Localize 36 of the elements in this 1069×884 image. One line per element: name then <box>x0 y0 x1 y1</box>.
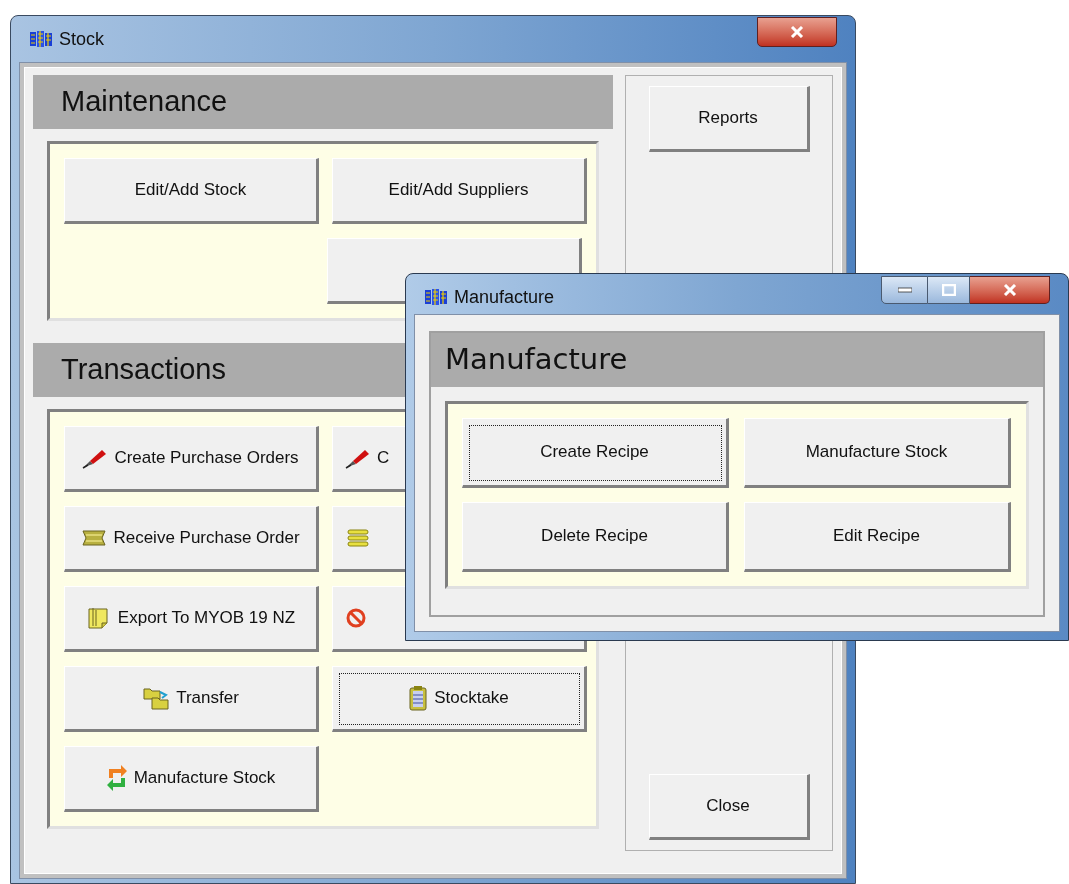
close-icon <box>1002 284 1017 296</box>
stack-icon <box>345 527 371 549</box>
section-header: Maintenance <box>33 75 613 129</box>
prohibited-icon <box>345 607 367 629</box>
menu-button[interactable]: Stocktake <box>332 666 587 732</box>
close-button[interactable] <box>757 17 837 47</box>
window-title: Stock <box>59 27 105 51</box>
section-header: Manufacture <box>431 333 1043 387</box>
side-button[interactable]: Reports <box>648 86 810 152</box>
app-icon <box>29 30 53 48</box>
menu-button[interactable]: Create Purchase Orders <box>64 426 319 492</box>
menu-button[interactable]: Edit Recipe <box>744 502 1011 572</box>
menu-button[interactable]: Delete Recipe <box>462 502 729 572</box>
close-button[interactable] <box>970 276 1050 304</box>
folders-icon <box>142 685 171 711</box>
bundle-icon <box>81 527 108 549</box>
menu-button[interactable]: Manufacture Stock <box>64 746 319 812</box>
clipboard-icon <box>408 685 429 711</box>
menu-button[interactable]: Receive Purchase Order <box>64 506 319 572</box>
menu-button[interactable]: Transfer <box>64 666 319 732</box>
close-icon <box>790 26 804 38</box>
maximize-button[interactable] <box>928 276 970 304</box>
recycle-arrows-icon <box>105 764 128 792</box>
window-title: Manufacture <box>454 285 555 309</box>
pen-icon <box>82 447 109 469</box>
maximize-icon <box>941 284 956 296</box>
minimize-icon <box>897 287 912 293</box>
menu-button[interactable]: Edit/Add Stock <box>64 158 319 224</box>
menu-button[interactable]: Manufacture Stock <box>744 418 1011 488</box>
app-icon <box>424 288 448 306</box>
side-button[interactable]: Close <box>648 774 810 840</box>
menu-button[interactable]: Edit/Add Suppliers <box>332 158 587 224</box>
minimize-button[interactable] <box>881 276 928 304</box>
menu-button[interactable]: Export To MYOB 19 NZ <box>64 586 319 652</box>
pen-icon <box>345 447 371 469</box>
menu-button[interactable]: Create Recipe <box>462 418 729 488</box>
